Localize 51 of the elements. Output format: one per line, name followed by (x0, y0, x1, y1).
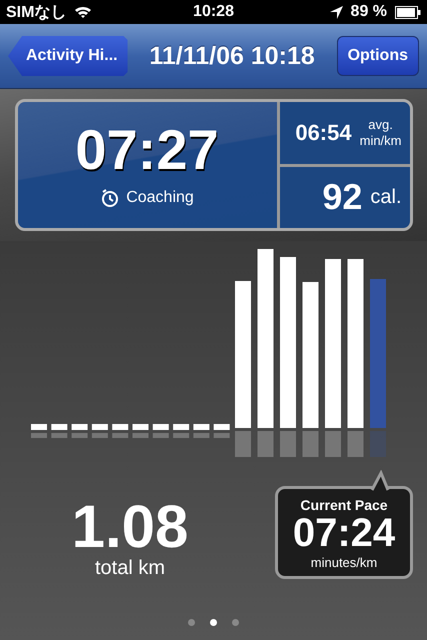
bar-reflection (193, 433, 210, 438)
empty-bar (132, 424, 148, 430)
bar-reflection (325, 431, 341, 457)
back-button[interactable]: Activity Hi... (8, 36, 128, 76)
empty-bar (92, 424, 108, 430)
calories-value: 92 (322, 176, 362, 218)
bar-reflection (72, 433, 88, 438)
empty-bar (152, 424, 169, 430)
bar-reflection (51, 433, 68, 438)
empty-bar (214, 424, 230, 430)
distance-unit: total km (94, 557, 166, 580)
nav-title: 11/11/06 10:18 (148, 42, 316, 70)
wifi-icon (74, 5, 92, 19)
bar-reflection (92, 433, 108, 438)
bar-reflection (112, 433, 128, 438)
avg-label: avg. (368, 117, 393, 133)
calories-unit: cal. (370, 186, 402, 209)
empty-bar (31, 424, 47, 430)
page-dot[interactable] (188, 619, 195, 626)
page-dot[interactable] (210, 619, 217, 626)
status-time: 10:28 (193, 3, 234, 21)
stopwatch-icon (100, 188, 120, 208)
bar-reflection (132, 433, 148, 438)
location-arrow-icon (330, 6, 343, 18)
bar-reflection (31, 433, 47, 438)
bar-reflection (348, 431, 364, 457)
current-pace-value: 07:24 (292, 513, 396, 553)
avg-pace-value: 06:54 (295, 120, 352, 146)
empty-bar (72, 424, 88, 430)
empty-bar (112, 424, 128, 430)
distance-value: 1.08 (72, 497, 188, 557)
duration-value: 07:27 (75, 122, 219, 178)
empty-bar (173, 424, 190, 430)
bar-reflection (280, 431, 296, 457)
avg-unit: min/km (360, 132, 402, 148)
bar-reflection (302, 431, 318, 457)
empty-bar (51, 424, 68, 430)
bar-reflection (173, 433, 190, 438)
page-dot[interactable] (232, 619, 239, 626)
bar-reflection (235, 431, 251, 457)
options-button[interactable]: Options (336, 36, 419, 76)
mode-label: Coaching (126, 189, 194, 207)
bar-reflection (258, 431, 274, 457)
carrier-label: SIMなし (6, 2, 66, 22)
battery-icon (395, 6, 422, 18)
battery-percent: 89 % (350, 3, 388, 21)
current-pace-unit: minutes/km (310, 555, 378, 570)
current-pace-title: Current Pace (300, 497, 388, 513)
bar-reflection (152, 433, 169, 438)
bar-reflection (214, 433, 230, 438)
empty-bar (193, 424, 210, 430)
